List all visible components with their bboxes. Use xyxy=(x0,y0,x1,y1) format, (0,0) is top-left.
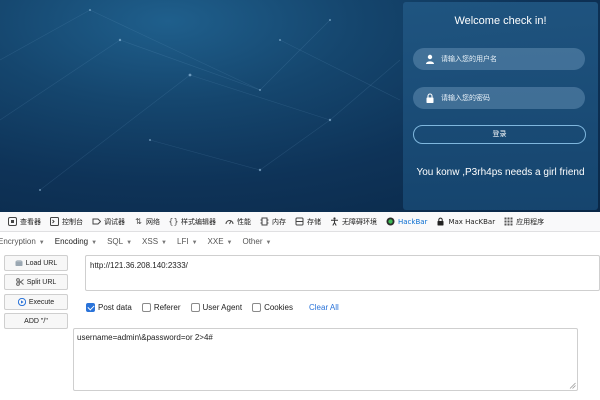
user-agent-checkbox[interactable] xyxy=(190,302,200,312)
option-label: Post data xyxy=(98,302,132,312)
hackbar-menu-bar: Encryption ▼ Encoding ▼ SQL ▼ XSS ▼ LFI ▼ XXE… xyxy=(0,232,600,250)
option-label: Cookies xyxy=(264,302,293,312)
inspector-icon xyxy=(8,217,17,226)
tab-label: 无障碍环境 xyxy=(342,217,377,226)
tab-hackbar[interactable]: HackBar xyxy=(386,217,427,226)
memory-icon xyxy=(260,217,269,226)
option-label: User Agent xyxy=(202,302,243,312)
tab-label: 网络 xyxy=(146,217,160,226)
play-icon xyxy=(17,297,26,307)
tab-label: 应用程序 xyxy=(516,217,545,226)
button-label: Load URL xyxy=(25,259,58,267)
password-field[interactable] xyxy=(413,87,585,109)
performance-icon xyxy=(225,217,234,226)
chevron-down-icon: ▼ xyxy=(126,239,133,246)
menu-encryption[interactable]: Encryption ▼ xyxy=(0,237,45,246)
password-input[interactable] xyxy=(441,94,571,102)
tab-label: 性能 xyxy=(237,217,251,226)
devtools-tab-bar: 查看器 控制台 调试器 ⇅ 网络 {}样式编辑器 性能 内存 存储 无障碍环境 xyxy=(0,212,600,232)
style-editor-icon: {} xyxy=(168,217,179,226)
tab-label: 内存 xyxy=(272,217,286,226)
menu-label: Encoding xyxy=(54,236,89,246)
chevron-down-icon: ▼ xyxy=(91,239,98,246)
chevron-down-icon: ▼ xyxy=(38,239,45,246)
debugger-icon xyxy=(92,217,101,226)
option-label: Referer xyxy=(153,302,181,312)
menu-label: XXE xyxy=(207,236,224,246)
resize-handle-icon[interactable] xyxy=(569,382,576,389)
username-input[interactable] xyxy=(441,55,571,63)
chevron-down-icon: ▼ xyxy=(265,239,272,246)
menu-label: Encryption xyxy=(0,236,36,246)
clear-all-link[interactable]: Clear All xyxy=(309,303,339,312)
console-icon xyxy=(50,217,59,226)
username-field[interactable] xyxy=(413,48,585,70)
tab-debugger[interactable]: 调试器 xyxy=(92,217,125,227)
execute-button[interactable]: Execute xyxy=(4,294,68,310)
menu-label: XSS xyxy=(142,236,159,246)
post-data-option[interactable]: Post data xyxy=(86,302,132,312)
menu-other[interactable]: Other ▼ xyxy=(242,237,271,246)
cookies-option[interactable]: Cookies xyxy=(252,302,293,312)
post-data-value: username=admin\&password=or 2>4# xyxy=(77,333,213,342)
welcome-heading: Welcome check in! xyxy=(454,15,547,27)
tab-label: 调试器 xyxy=(104,217,125,226)
tab-label: 控制台 xyxy=(62,217,83,226)
load-icon xyxy=(15,259,23,267)
menu-encoding[interactable]: Encoding ▼ xyxy=(55,237,97,246)
post-data-textarea[interactable]: username=admin\&password=or 2>4# xyxy=(73,328,578,391)
accessibility-icon xyxy=(330,217,339,226)
menu-sql[interactable]: SQL ▼ xyxy=(107,237,132,246)
load-url-button[interactable]: Load URL xyxy=(4,255,68,271)
button-label: Execute xyxy=(28,298,55,306)
post-data-checkbox[interactable] xyxy=(86,302,95,312)
tab-label: 样式编辑器 xyxy=(181,217,216,226)
chevron-down-icon: ▼ xyxy=(161,239,167,246)
tab-label: 查看器 xyxy=(20,217,41,226)
tab-label: 存储 xyxy=(307,217,321,226)
web-page-area: Welcome check in! 登录 You konw ,P3rh4ps n… xyxy=(0,0,600,212)
chevron-down-icon: ▼ xyxy=(191,239,198,246)
cookies-checkbox[interactable] xyxy=(252,302,262,312)
menu-label: SQL xyxy=(107,236,124,246)
login-button[interactable]: 登录 xyxy=(413,125,586,144)
tab-memory[interactable]: 内存 xyxy=(260,217,286,227)
menu-label: Other xyxy=(242,236,263,246)
menu-label: LFI xyxy=(177,236,189,246)
storage-icon xyxy=(295,217,304,226)
button-label: Split URL xyxy=(26,278,57,286)
tab-application[interactable]: 应用程序 xyxy=(504,217,544,227)
menu-lfi[interactable]: LFI ▼ xyxy=(177,237,198,246)
tab-inspector[interactable]: 查看器 xyxy=(8,217,41,227)
tagline-text: You konw ,P3rh4ps needs a girl friend xyxy=(416,167,585,178)
button-label: ADD "/" xyxy=(24,317,48,325)
add-slash-button[interactable]: ADD "/" xyxy=(4,313,68,329)
network-icon: ⇅ xyxy=(135,217,142,226)
url-input[interactable]: http://121.36.208.140:2333/ xyxy=(85,255,600,291)
tab-label: Max HacKBar xyxy=(448,217,496,226)
split-url-button[interactable]: Split URL xyxy=(4,274,68,290)
application-icon xyxy=(504,217,513,226)
tab-accessibility[interactable]: 无障碍环境 xyxy=(330,217,377,227)
tab-style-editor[interactable]: {} 样式编辑器 xyxy=(168,217,216,227)
user-icon xyxy=(425,54,435,64)
tab-network[interactable]: ⇅ 网络 xyxy=(134,217,160,227)
chevron-down-icon: ▼ xyxy=(226,239,233,246)
menu-xxe[interactable]: XXE ▼ xyxy=(208,237,233,246)
user-agent-option[interactable]: User Agent xyxy=(190,302,243,312)
hackbar-icon xyxy=(386,217,395,226)
tab-max-hackbar[interactable]: Max HacKBar xyxy=(436,217,495,226)
tab-storage[interactable]: 存储 xyxy=(295,217,321,227)
referer-checkbox[interactable] xyxy=(141,302,151,312)
lock-icon xyxy=(425,93,435,103)
tab-label: HackBar xyxy=(398,217,428,226)
max-hackbar-icon xyxy=(436,217,445,226)
menu-xss[interactable]: XSS ▼ xyxy=(142,237,167,246)
tab-performance[interactable]: 性能 xyxy=(225,217,251,227)
split-icon xyxy=(15,278,24,286)
tab-console[interactable]: 控制台 xyxy=(50,217,83,227)
login-card: Welcome check in! 登录 You konw ,P3rh4ps n… xyxy=(403,2,598,210)
request-options: Post data Referer User Agent Cookies Cle… xyxy=(86,301,339,313)
referer-option[interactable]: Referer xyxy=(141,302,181,312)
